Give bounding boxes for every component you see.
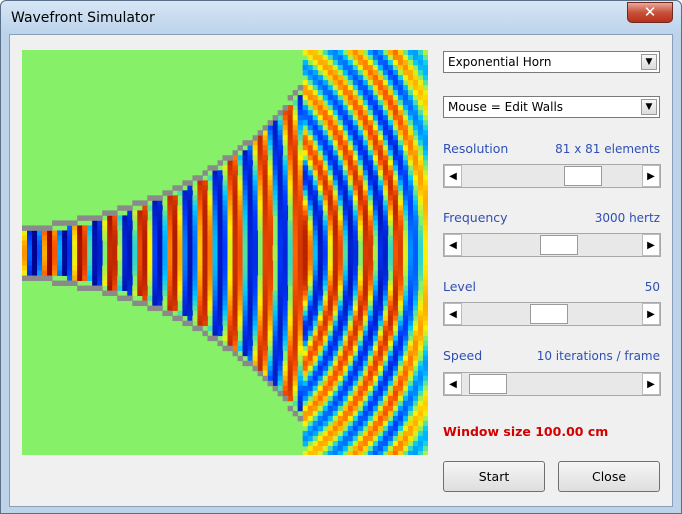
slider-thumb[interactable] (469, 374, 508, 394)
level-label: Level (443, 279, 476, 294)
simulation-canvas[interactable] (22, 50, 428, 455)
title-bar[interactable]: Wavefront Simulator ✕ (1, 1, 681, 34)
close-window-button[interactable]: ✕ (627, 2, 673, 23)
slider-thumb[interactable] (540, 235, 579, 255)
mouse-mode-select[interactable]: Mouse = Edit Walls ▼ (443, 96, 660, 118)
level-slider[interactable]: ◀ ▶ (443, 302, 661, 326)
mouse-mode-value: Mouse = Edit Walls (448, 100, 564, 114)
chevron-down-icon[interactable]: ▼ (641, 99, 657, 115)
resolution-label: Resolution (443, 141, 509, 156)
frequency-label: Frequency (443, 210, 508, 225)
scroll-left-icon[interactable]: ◀ (444, 234, 462, 256)
level-value: 50 (644, 280, 660, 294)
scroll-right-icon[interactable]: ▶ (642, 165, 660, 187)
close-button[interactable]: Close (558, 461, 660, 492)
slider-thumb[interactable] (530, 304, 569, 324)
slider-thumb[interactable] (564, 166, 603, 186)
speed-label: Speed (443, 348, 483, 363)
close-icon: ✕ (643, 3, 657, 21)
wavefront-field (22, 50, 428, 455)
resolution-value: 81 x 81 elements (555, 142, 660, 156)
chevron-down-icon[interactable]: ▼ (641, 54, 657, 70)
frequency-value: 3000 hertz (594, 211, 660, 225)
scroll-left-icon[interactable]: ◀ (444, 373, 462, 395)
horn-type-select[interactable]: Exponential Horn ▼ (443, 51, 660, 73)
scroll-left-icon[interactable]: ◀ (444, 165, 462, 187)
speed-slider[interactable]: ◀ ▶ (443, 372, 661, 396)
resolution-slider[interactable]: ◀ ▶ (443, 164, 661, 188)
scroll-right-icon[interactable]: ▶ (642, 303, 660, 325)
frequency-slider[interactable]: ◀ ▶ (443, 233, 661, 257)
window-size-readout: Window size 100.00 cm (443, 424, 609, 439)
scroll-left-icon[interactable]: ◀ (444, 303, 462, 325)
scroll-right-icon[interactable]: ▶ (642, 373, 660, 395)
speed-value: 10 iterations / frame (536, 349, 660, 363)
scroll-right-icon[interactable]: ▶ (642, 234, 660, 256)
window-title: Wavefront Simulator (11, 10, 155, 26)
horn-type-value: Exponential Horn (448, 55, 552, 69)
start-button[interactable]: Start (443, 461, 545, 492)
